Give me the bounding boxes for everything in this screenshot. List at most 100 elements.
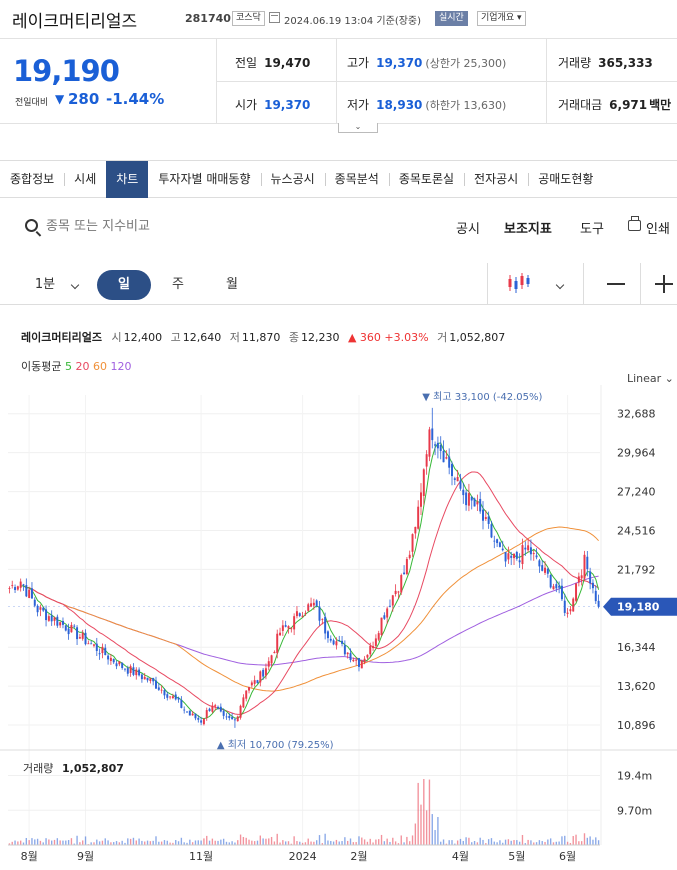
tab-0[interactable]: 종합정보 [0, 161, 64, 198]
tab-2[interactable]: 차트 [106, 161, 149, 198]
ma5-label: 5 [64, 360, 72, 373]
tab-5[interactable]: 종목분석 [324, 161, 389, 198]
candle-body [515, 551, 518, 559]
volume-bar [409, 841, 411, 845]
candle-body [14, 587, 17, 590]
candle-body [250, 682, 253, 686]
volume-bar [115, 841, 118, 845]
volume-bar [428, 779, 431, 845]
volume-bar [352, 842, 355, 845]
candle-body [273, 651, 276, 654]
zoom-in-icon[interactable] [655, 277, 673, 291]
candle-body [420, 492, 422, 507]
candle-body [315, 600, 318, 607]
scale-mode-dropdown[interactable]: Linear ⌄ [627, 372, 674, 385]
candle-body [459, 480, 462, 489]
tab-6[interactable]: 종목토론실 [388, 161, 464, 198]
volume-bar [217, 840, 219, 845]
candle-body [124, 668, 126, 670]
volume-bar [555, 841, 557, 845]
ma-legend[interactable]: 이동평균 5 20 60 120 [21, 358, 131, 374]
candle-body [107, 655, 110, 660]
candle-body [25, 585, 28, 597]
toolbar-divider [583, 263, 584, 305]
candle-body [208, 708, 211, 712]
volume-bar [163, 840, 166, 845]
tools-button[interactable]: 도구 [580, 218, 604, 237]
candle-body [284, 625, 287, 627]
printer-icon[interactable] [628, 216, 641, 231]
period-day-button[interactable]: 일 [97, 270, 151, 300]
x-tick-label: 2024 [289, 850, 317, 863]
legend-key: 종 [288, 331, 299, 344]
period-minute-button[interactable]: 1분 [34, 270, 56, 300]
price-main: 19,190 전일대비 ▼ 280 -1.44% [0, 39, 217, 124]
toolbar-divider [487, 263, 488, 305]
period-week-button[interactable]: 주 [168, 270, 188, 300]
tab-8[interactable]: 공매도현황 [528, 161, 603, 198]
volume-bar [76, 835, 78, 845]
volume-bar [177, 841, 180, 845]
volume-bar [231, 841, 233, 845]
candle-body [109, 657, 112, 662]
low-annotation: ▲ 최저 10,700 (79.25%) [217, 739, 334, 751]
search-icon[interactable] [25, 219, 38, 232]
disclosure-button[interactable]: 공시 [456, 218, 480, 237]
volume-bar [245, 837, 247, 845]
volume-bar [14, 840, 16, 845]
timestamp: 2024.06.19 13:04 기준(장중) [284, 16, 422, 27]
candle-body [498, 542, 501, 547]
compare-search-input[interactable] [46, 216, 346, 236]
volume-bar [45, 838, 47, 845]
tab-4[interactable]: 뉴스공시 [260, 161, 325, 198]
indicators-button[interactable]: 보조지표 [504, 218, 552, 237]
volume-bar [299, 841, 301, 845]
stat-label: 거래대금 [558, 98, 603, 112]
chart-type-dropdown[interactable] [553, 270, 567, 300]
candle-body [138, 669, 141, 676]
legend-volume: 1,052,807 [449, 331, 506, 344]
candle-body [157, 687, 160, 690]
candle-body [591, 582, 594, 589]
volume-bar [535, 842, 538, 845]
legend-low: 11,870 [241, 331, 281, 344]
period-month-button[interactable]: 월 [222, 270, 242, 300]
candle-body [129, 666, 132, 673]
calendar-icon [269, 12, 280, 23]
legend-key: 고 [170, 331, 181, 344]
expand-chevron-icon[interactable]: ⌄ [338, 123, 378, 133]
stat-value: 18,930 [376, 98, 423, 112]
candlestick-type-icon[interactable] [507, 271, 533, 295]
volume-bar [417, 782, 419, 845]
minute-dropdown[interactable] [68, 270, 82, 300]
candle-body [357, 658, 360, 667]
candle-body [219, 706, 222, 712]
candle-body [332, 640, 335, 645]
volume-bar [330, 840, 332, 845]
candle-body [279, 632, 282, 636]
volume-bar [459, 838, 462, 845]
volume-bar [437, 817, 439, 845]
candle-body [217, 706, 220, 709]
tab-1[interactable]: 시세 [64, 161, 106, 198]
company-info-dropdown[interactable]: 기업개요 ▾ [477, 11, 526, 26]
volume-bar [454, 843, 456, 845]
candle-body [264, 668, 267, 676]
volume-bar [248, 839, 250, 845]
print-button[interactable]: 인쇄 [646, 218, 670, 237]
volume-bar [11, 841, 13, 845]
market-badge: 코스닥 [232, 11, 265, 26]
volume-bar [327, 840, 329, 845]
candle-body [22, 584, 25, 586]
candle-body [194, 713, 197, 719]
zoom-out-icon[interactable] [607, 283, 625, 285]
candle-body [11, 585, 14, 586]
candle-body [549, 575, 552, 588]
tab-7[interactable]: 전자공시 [464, 161, 528, 198]
volume-bar [561, 836, 563, 845]
stat-value: 19,370 [376, 56, 423, 70]
volume-bar [349, 838, 352, 845]
volume-bar [132, 837, 135, 845]
stat-value: 6,971 [609, 98, 648, 112]
tab-3[interactable]: 투자자별 매매동향 [148, 161, 260, 198]
